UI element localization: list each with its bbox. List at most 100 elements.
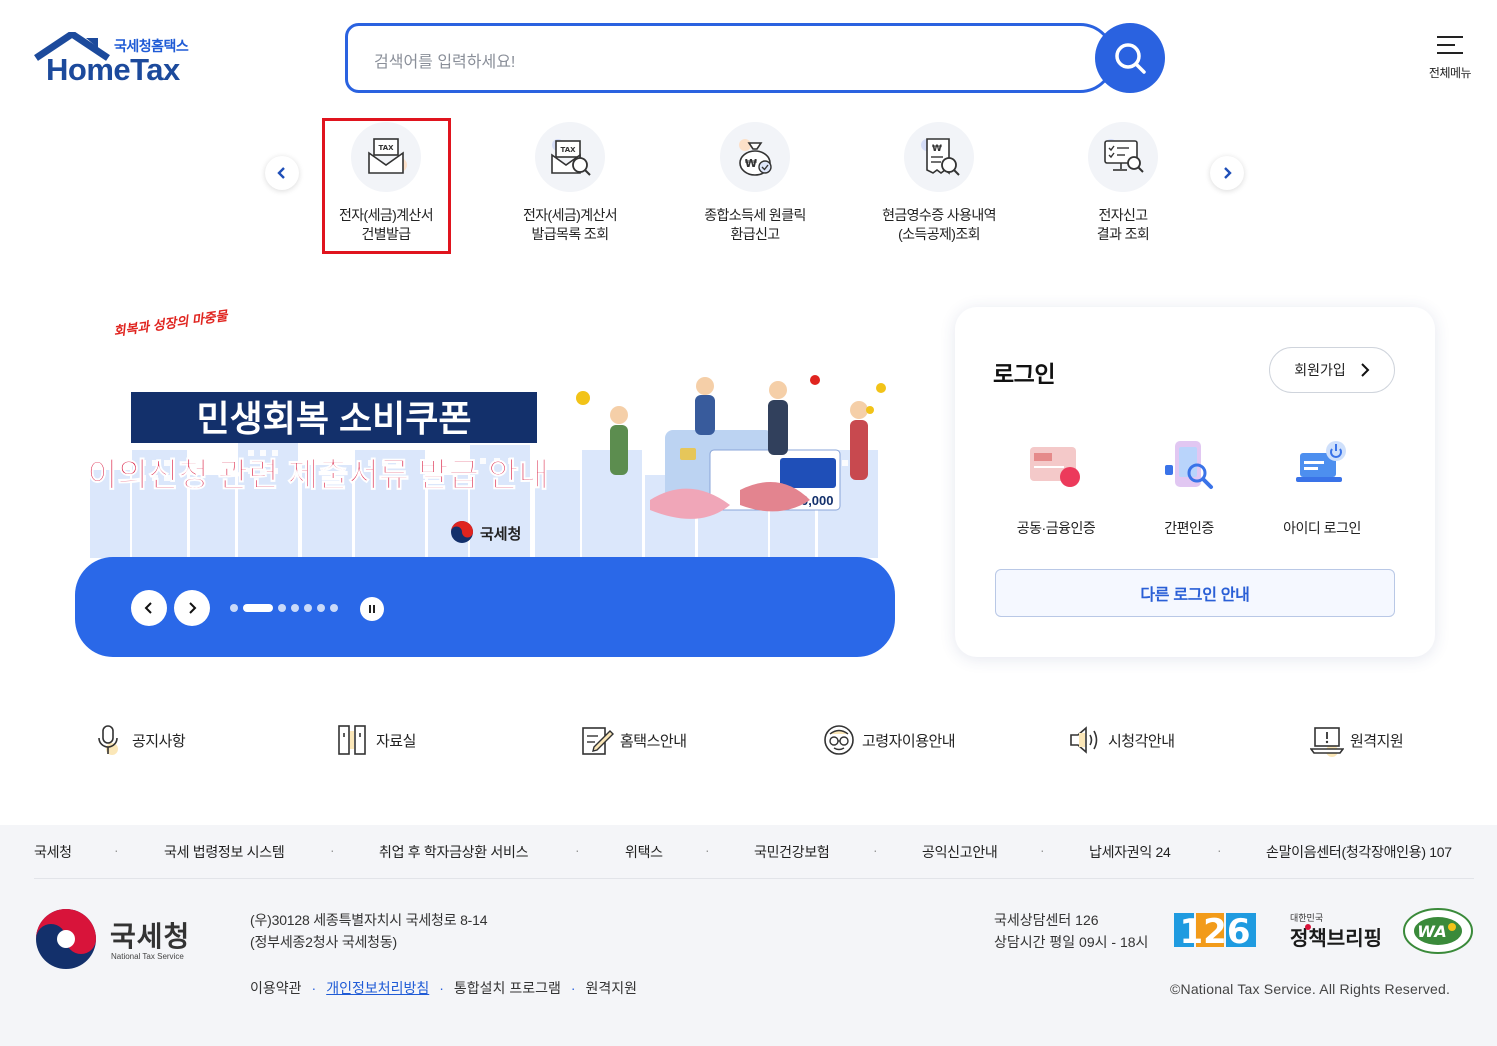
won-money-bag-icon: ₩ bbox=[739, 139, 772, 176]
footer-link[interactable]: 국민건강보험 bbox=[754, 842, 830, 862]
certificate-card-icon bbox=[1030, 447, 1080, 487]
hamburger-icon bbox=[1437, 34, 1463, 56]
laptop-power-icon bbox=[1296, 441, 1346, 482]
consult-center-name: 국세상담센터 126 bbox=[994, 912, 1099, 928]
laptop-alert-icon bbox=[1310, 727, 1344, 757]
nts-logo-korean: 국세청 bbox=[110, 921, 191, 952]
banner-prev-button[interactable] bbox=[131, 590, 167, 626]
shortcut-library[interactable]: 자료실 bbox=[336, 722, 416, 758]
login-option-certificate[interactable]: 공동·금융인증 bbox=[1001, 435, 1111, 538]
search-placeholder: 검색어를 입력하세요! bbox=[374, 54, 516, 71]
other-login-button[interactable]: 다른 로그인 안내 bbox=[995, 569, 1395, 617]
banner-dot[interactable] bbox=[330, 604, 338, 612]
footer-link[interactable]: 위택스 bbox=[625, 842, 663, 862]
banner-dot[interactable] bbox=[278, 604, 286, 612]
bookshelf-icon bbox=[338, 725, 366, 755]
address-line: (정부세종2청사 국세청동) bbox=[250, 934, 397, 950]
quick-menu-label: 전자(세금)계산서 bbox=[522, 207, 618, 223]
consult-center: 국세상담센터 126 상담시간 평일 09시 - 18시 bbox=[994, 909, 1148, 953]
footer-link[interactable]: 손말이음센터(청각장애인용) 107 bbox=[1266, 842, 1452, 862]
quick-menu-item-invoice-list[interactable]: TAX 전자(세금)계산서 발급목록 조회 bbox=[500, 122, 640, 244]
quick-menu-item-efiling-result[interactable]: 전자신고 결과 조회 bbox=[1053, 122, 1193, 244]
install-program-link[interactable]: 통합설치 프로그램 bbox=[454, 980, 561, 996]
search-icon bbox=[1115, 43, 1146, 74]
login-card: 로그인 회원가입 공동·금융인증 간편인증 아이디 로그인 다른 로그인 안내 bbox=[955, 307, 1435, 657]
search-input[interactable]: 검색어를 입력하세요! bbox=[345, 23, 1115, 93]
badge-126[interactable]: 126 bbox=[1174, 909, 1256, 951]
elderly-glasses-icon bbox=[824, 725, 854, 755]
shortcut-label: 고령자이용안내 bbox=[862, 732, 956, 750]
quick-menu-label: 환급신고 bbox=[730, 226, 780, 242]
nts-emblem-icon bbox=[36, 909, 96, 969]
shortcut-elderly-guide[interactable]: 고령자이용안내 bbox=[822, 722, 956, 758]
footer-link[interactable]: 공익신고안내 bbox=[922, 842, 998, 862]
quick-menu-label: (소득공제)조회 bbox=[898, 226, 980, 242]
quick-menu-item-cash-receipt[interactable]: ₩ 현금영수증 사용내역 (소득공제)조회 bbox=[869, 122, 1009, 244]
quick-menu-label: 발급목록 조회 bbox=[531, 226, 610, 242]
address-line: (우)30128 세종특별자치시 국세청로 8-14 bbox=[250, 912, 488, 928]
shortcut-label: 공지사항 bbox=[132, 732, 186, 750]
policy-briefing-small: 대한민국 bbox=[1290, 913, 1323, 923]
svg-text:₩: ₩ bbox=[745, 157, 757, 170]
quick-menu-next-button[interactable] bbox=[1210, 156, 1244, 190]
footer-link[interactable]: 국세청 bbox=[34, 842, 72, 862]
join-button[interactable]: 회원가입 bbox=[1269, 347, 1395, 393]
monitor-check-icon bbox=[1104, 139, 1144, 173]
login-option-id[interactable]: 아이디 로그인 bbox=[1267, 435, 1377, 538]
chevron-left-icon bbox=[277, 167, 285, 179]
login-option-label: 아이디 로그인 bbox=[1283, 520, 1361, 536]
shortcut-audiovisual-guide[interactable]: 시청각안내 bbox=[1068, 722, 1175, 758]
shortcut-notice[interactable]: 공지사항 bbox=[92, 722, 186, 758]
footer: 국세청 · 국세 법령정보 시스템 · 취업 후 학자금상환 서비스 · 위택스… bbox=[0, 825, 1497, 1046]
terms-link[interactable]: 이용약관 bbox=[250, 980, 302, 996]
footer-link[interactable]: 납세자권익 24 bbox=[1089, 842, 1171, 862]
shortcut-label: 자료실 bbox=[376, 732, 416, 750]
chevron-right-icon bbox=[1361, 363, 1370, 377]
footer-link[interactable]: 취업 후 학자금상환 서비스 bbox=[379, 842, 528, 862]
policy-briefing-logo[interactable]: 대한민국 정책브리핑 bbox=[1288, 909, 1388, 953]
banner-dot[interactable] bbox=[291, 604, 299, 612]
shortcut-label: 시청각안내 bbox=[1108, 732, 1175, 750]
join-label: 회원가입 bbox=[1294, 362, 1346, 378]
speaker-icon bbox=[1070, 726, 1098, 754]
document-pencil-icon bbox=[582, 727, 614, 755]
tax-invoice-search-icon: TAX bbox=[551, 139, 591, 176]
banner-badge: 회복과 성장의 마중물 bbox=[113, 308, 231, 339]
banner-dot[interactable] bbox=[304, 604, 312, 612]
login-option-label: 공동·금융인증 bbox=[1016, 520, 1096, 536]
microphone-icon bbox=[98, 725, 118, 755]
shortcut-remote-support[interactable]: 원격지원 bbox=[1310, 722, 1404, 758]
shortcut-hometax-guide[interactable]: 홈택스안내 bbox=[580, 722, 687, 758]
all-menu-label: 전체메뉴 bbox=[1428, 66, 1472, 80]
quick-menu-item-income-refund[interactable]: ₩ 종합소득세 원클릭 환급신고 bbox=[685, 122, 825, 244]
chevron-left-icon bbox=[144, 602, 152, 614]
policy-links: 이용약관 · 개인정보처리방침 · 통합설치 프로그램 · 원격지원 bbox=[250, 980, 638, 996]
banner-pause-button[interactable] bbox=[360, 597, 384, 621]
quick-menu-label: 결과 조회 bbox=[1096, 226, 1150, 242]
login-option-simple-auth[interactable]: 간편인증 bbox=[1134, 435, 1244, 538]
chevron-right-icon bbox=[1224, 167, 1232, 179]
nts-logo: 국세청 National Tax Service bbox=[34, 907, 204, 973]
main-banner[interactable]: 회복과 성장의 마중물 민생회복 소비쿠폰 이의신청 관련 제출서류 발급 안내… bbox=[75, 300, 895, 657]
quick-menu-label: 현금영수증 사용내역 bbox=[882, 207, 996, 223]
wa-certification-mark[interactable]: WA bbox=[1402, 905, 1474, 957]
search-button[interactable] bbox=[1095, 23, 1165, 93]
banner-dot[interactable] bbox=[317, 604, 325, 612]
banner-dot-active[interactable] bbox=[243, 604, 273, 612]
wa-mark-text: WA bbox=[1417, 922, 1446, 941]
quick-menu-label: 종합소득세 원클릭 bbox=[704, 207, 806, 223]
hometax-logo[interactable]: 국세청홈택스 HomeTax bbox=[34, 32, 204, 88]
banner-image: 회복과 성장의 마중물 민생회복 소비쿠폰 이의신청 관련 제출서류 발급 안내… bbox=[90, 308, 886, 558]
quick-menu-prev-button[interactable] bbox=[265, 156, 299, 190]
nts-logo-english: National Tax Service bbox=[111, 952, 184, 961]
badge-126-text: 126 bbox=[1180, 912, 1251, 951]
footer-links: 국세청 · 국세 법령정보 시스템 · 취업 후 학자금상환 서비스 · 위택스… bbox=[34, 842, 1452, 862]
all-menu-button[interactable]: 전체메뉴 bbox=[1420, 34, 1480, 86]
privacy-policy-link[interactable]: 개인정보처리방침 bbox=[326, 980, 429, 996]
banner-next-button[interactable] bbox=[174, 590, 210, 626]
footer-link[interactable]: 국세 법령정보 시스템 bbox=[164, 842, 285, 862]
remote-support-link[interactable]: 원격지원 bbox=[586, 980, 638, 996]
banner-dot[interactable] bbox=[230, 604, 238, 612]
logo-english: HomeTax bbox=[46, 52, 180, 87]
phone-search-icon bbox=[1165, 441, 1213, 489]
